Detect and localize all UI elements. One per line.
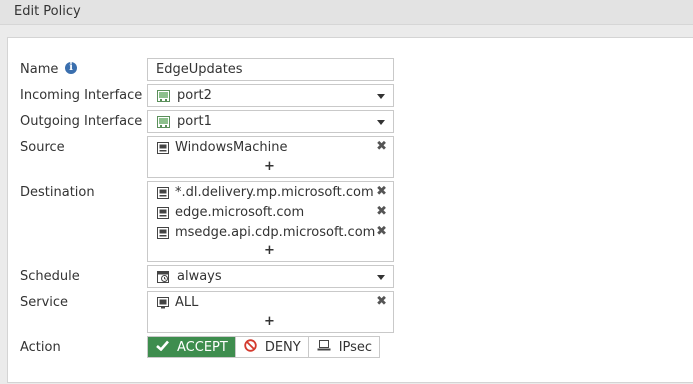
remove-icon[interactable]: ✖: [376, 224, 387, 239]
schedule-calendar-icon: [157, 271, 169, 287]
laptop-icon: [317, 339, 331, 355]
chevron-down-icon: [377, 120, 385, 125]
add-destination-button[interactable]: +: [264, 243, 275, 258]
accept-button[interactable]: ACCEPT: [148, 337, 236, 357]
service-entry-text: ALL: [175, 295, 199, 310]
service-icon: [157, 297, 169, 313]
incoming-interface-label: Incoming Interface: [20, 88, 143, 103]
source-entry: WindowsMachine ✖: [148, 138, 393, 158]
remove-icon[interactable]: ✖: [376, 139, 387, 154]
checkmark-icon: [156, 340, 169, 355]
fqdn-address-icon: [157, 207, 169, 223]
service-field[interactable]: ALL ✖ +: [147, 291, 394, 333]
service-label: Service: [20, 295, 69, 310]
destination-label: Destination: [20, 185, 95, 200]
schedule-select[interactable]: always: [147, 265, 394, 288]
destination-entry-text: *.dl.delivery.mp.microsoft.com: [175, 185, 374, 200]
destination-entry: edge.microsoft.com ✖: [148, 203, 393, 223]
destination-entry-text: edge.microsoft.com: [175, 205, 305, 220]
source-label: Source: [20, 140, 65, 155]
deny-circle-icon: [244, 338, 257, 356]
incoming-interface-value: port2: [177, 88, 212, 103]
remove-icon[interactable]: ✖: [376, 204, 387, 219]
service-entry: ALL ✖: [148, 293, 393, 313]
name-input[interactable]: [147, 58, 394, 81]
chevron-down-icon: [377, 94, 385, 99]
outgoing-interface-label: Outgoing Interface: [20, 114, 143, 129]
accept-label: ACCEPT: [177, 339, 228, 355]
window-title: Edit Policy: [14, 4, 81, 19]
deny-button[interactable]: DENY: [235, 337, 309, 357]
action-toggle-group: ACCEPT DENY IPsec: [147, 336, 381, 358]
interface-port-icon: [157, 90, 170, 106]
source-field[interactable]: WindowsMachine ✖ +: [147, 136, 394, 178]
deny-label: DENY: [264, 339, 301, 355]
interface-port-icon: [157, 116, 170, 132]
destination-field[interactable]: *.dl.delivery.mp.microsoft.com ✖ edge.mi…: [147, 181, 394, 262]
fqdn-address-icon: [157, 227, 169, 243]
outgoing-interface-value: port1: [177, 114, 212, 129]
schedule-label: Schedule: [20, 269, 80, 284]
source-entry-text: WindowsMachine: [175, 140, 288, 155]
schedule-value: always: [177, 269, 222, 284]
remove-icon[interactable]: ✖: [376, 294, 387, 309]
info-icon[interactable]: i: [65, 62, 77, 74]
title-bar: Edit Policy: [0, 0, 693, 25]
fqdn-address-icon: [157, 187, 169, 203]
action-label: Action: [20, 340, 61, 355]
destination-entry-text: msedge.api.cdp.microsoft.com: [175, 225, 376, 240]
destination-entry: msedge.api.cdp.microsoft.com ✖: [148, 223, 393, 243]
name-label: Name: [20, 62, 59, 77]
add-service-button[interactable]: +: [264, 314, 275, 329]
outgoing-interface-select[interactable]: port1: [147, 110, 394, 133]
ipsec-label: IPsec: [338, 339, 373, 355]
remove-icon[interactable]: ✖: [376, 184, 387, 199]
add-source-button[interactable]: +: [264, 159, 275, 174]
host-address-icon: [157, 142, 169, 158]
incoming-interface-select[interactable]: port2: [147, 84, 394, 107]
ipsec-button[interactable]: IPsec: [308, 337, 380, 357]
destination-entry: *.dl.delivery.mp.microsoft.com ✖: [148, 183, 393, 203]
chevron-down-icon: [377, 275, 385, 280]
